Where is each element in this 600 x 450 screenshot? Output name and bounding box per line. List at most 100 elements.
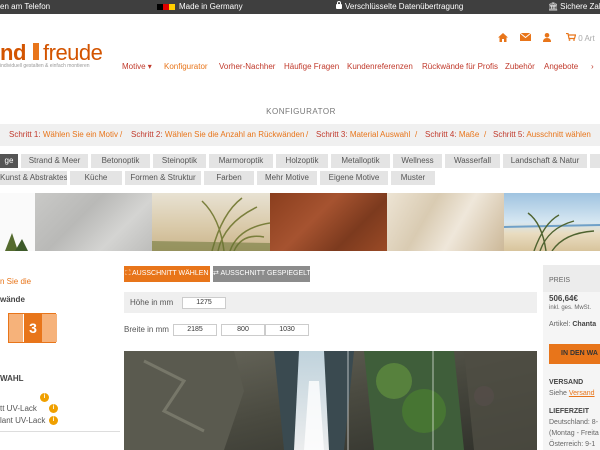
user-icon[interactable] (543, 33, 551, 45)
crop-button[interactable]: ⛶ AUSSCHNITT WÄHLEN (124, 266, 210, 282)
category-chip[interactable]: Steinoptik (153, 154, 206, 168)
article-label: Artikel: (549, 321, 571, 328)
category-chip[interactable]: Landschaft & Natur (503, 154, 587, 168)
category-chip[interactable]: Strand & Meer (21, 154, 88, 168)
category-chip[interactable]: Metalloptik (331, 154, 390, 168)
secure-transfer: Verschlüsselte Datenübertragung (336, 0, 463, 14)
delivery-label: LIEFERZEIT (549, 408, 590, 415)
wall-slot[interactable] (9, 314, 24, 342)
logo-tagline: individuell gestalten & einfach montiere… (0, 63, 90, 69)
phone-text: en am Telefon (0, 2, 51, 11)
step-sep-2: / (306, 130, 309, 139)
nav-kundenreferenzen[interactable]: Kundenreferenzen (347, 62, 413, 71)
category-chip[interactable]: ge (0, 154, 18, 168)
nav-vorher-nachher[interactable]: Vorher-Nachher (219, 62, 275, 71)
motif-thumb[interactable] (35, 193, 152, 251)
step-2[interactable]: Schritt 2: Wählen Sie die Anzahl an Rück… (131, 124, 304, 146)
nav-angebote[interactable]: Angebote (544, 62, 578, 71)
motif-thumb[interactable] (387, 193, 504, 251)
step-sep-3: / (415, 130, 418, 139)
category-chip[interactable]: Marmoroptik (209, 154, 273, 168)
logo-bar (33, 43, 39, 60)
info-icon[interactable]: i (49, 416, 58, 425)
motif-strip (0, 193, 600, 252)
material-option-2[interactable]: lant UV-Lack (0, 416, 45, 425)
info-icon[interactable]: i (49, 404, 58, 413)
mirror-button[interactable]: ⇄ AUSSCHNITT GESPIEGELT (213, 266, 311, 282)
step-3-num: Schritt 3: (316, 130, 348, 139)
page-title: KONFIGURATOR (0, 107, 600, 116)
motif-thumb[interactable] (270, 193, 387, 251)
info-icon[interactable]: i (40, 393, 49, 402)
bank-icon: 🏛 (548, 2, 559, 11)
height-row: Höhe in mm 1275 (124, 292, 537, 313)
nav-motive[interactable]: Motive ▾ (122, 62, 152, 71)
category-chip[interactable]: Betonoptik (91, 154, 150, 168)
home-icon[interactable] (498, 33, 508, 45)
preview-image[interactable] (124, 351, 537, 450)
category-chip[interactable]: Muster (391, 171, 435, 185)
walls-label: wände (0, 295, 25, 304)
step-3[interactable]: Schritt 3: Material Auswahl (316, 124, 410, 146)
motif-thumb[interactable] (0, 193, 35, 251)
category-chip[interactable]: Mehr Motive (257, 171, 317, 185)
category-chip[interactable]: Kunst & Abstraktes (0, 171, 67, 185)
page-title-text: KONFIGURATOR (266, 107, 336, 116)
material-radio[interactable] (0, 393, 10, 402)
delivery-line-2: (Montag - Freita (549, 430, 599, 437)
cart[interactable]: 0 Art (566, 32, 595, 43)
height-input[interactable]: 1275 (182, 297, 226, 309)
step-2-label: Wählen Sie die Anzahl an Rückwänden (164, 130, 305, 139)
category-chip[interactable]: Farben (204, 171, 254, 185)
step-2-num: Schritt 2: (131, 130, 163, 139)
step-sep-4: / (484, 130, 487, 139)
wall-slot[interactable] (42, 314, 57, 342)
category-chip[interactable]: Küche (70, 171, 122, 185)
vat-text: inkl. ges. MwSt. (549, 305, 592, 311)
nav-zubehoer[interactable]: Zubehör (505, 62, 535, 71)
lock-icon (336, 1, 342, 9)
wall-count-selector[interactable]: 3 (8, 313, 57, 343)
add-to-cart-button[interactable]: IN DEN WA (549, 344, 600, 364)
steps-bar: Schritt 1: Wählen Sie ein Motiv / Schrit… (0, 124, 600, 146)
nav-konfigurator[interactable]: Konfigurator (164, 62, 208, 71)
crop-label: AUSSCHNITT WÄHLEN (131, 270, 209, 277)
nav-haeufige-fragen[interactable]: Häufige Fragen (284, 62, 339, 71)
category-chip[interactable]: Eigene Motive (320, 171, 388, 185)
width-input-3[interactable]: 1030 (265, 324, 309, 336)
category-chip[interactable]: Wellness (393, 154, 442, 168)
category-chip[interactable]: Wasserfall (445, 154, 500, 168)
delivery-line-1: Deutschland: 8- (549, 419, 599, 426)
header-icons (498, 32, 551, 45)
step-sep-1: / (120, 130, 123, 139)
step-5[interactable]: Schritt 5: Ausschnitt wählen (493, 124, 591, 146)
mail-icon[interactable] (519, 32, 532, 45)
step-5-label: Ausschnitt wählen (526, 130, 591, 139)
price-value: 506,64€ (549, 294, 578, 303)
step-1-label: Wählen Sie ein Motiv (42, 130, 118, 139)
nav-rueckwaende-profis[interactable]: Rückwände für Profis (422, 62, 498, 71)
motif-hint: n Sie die (0, 277, 32, 286)
motif-thumb[interactable] (503, 193, 600, 252)
width-input-1[interactable]: 2185 (173, 324, 217, 336)
shipping-row: Siehe Versand (549, 390, 595, 397)
page: { "topbar": { "phone_text": "en am Telef… (0, 0, 600, 450)
step-4[interactable]: Schritt 4: Maße (425, 124, 479, 146)
width-label: Breite in mm (124, 325, 169, 334)
shipping-text: Siehe (549, 390, 567, 397)
step-3-label: Material Auswahl (349, 130, 411, 139)
category-chip[interactable] (590, 154, 600, 168)
shipping-link[interactable]: Versand (569, 390, 595, 397)
cart-count: 0 (578, 34, 583, 43)
width-input-2[interactable]: 800 (221, 324, 265, 336)
german-flag-icon (157, 4, 175, 10)
motif-thumb[interactable] (152, 193, 271, 252)
material-option-1[interactable]: tt UV-Lack (0, 404, 37, 413)
step-1-num: Schritt 1: (9, 130, 41, 139)
step-4-label: Maße (458, 130, 480, 139)
step-1[interactable]: Schritt 1: Wählen Sie ein Motiv (9, 124, 118, 146)
category-chip[interactable]: Holzoptik (276, 154, 328, 168)
nav-overflow-icon[interactable]: › (591, 62, 594, 71)
divider (0, 431, 120, 432)
category-chip[interactable]: Formen & Struktur (125, 171, 201, 185)
